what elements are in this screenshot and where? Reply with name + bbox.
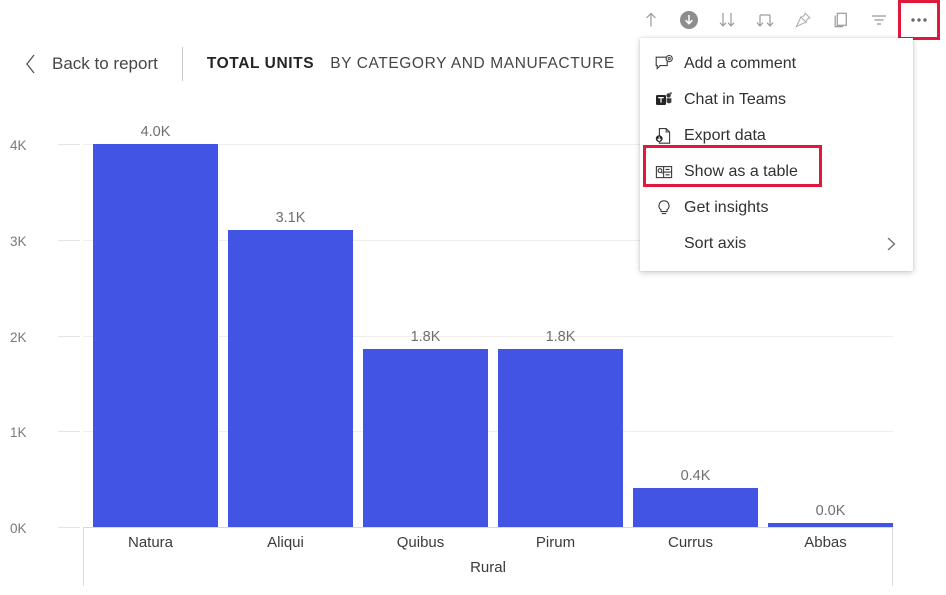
- bar-value-label: 1.8K: [498, 329, 623, 345]
- bar-pirum[interactable]: [498, 349, 623, 527]
- bar-aliqui[interactable]: [228, 230, 353, 527]
- export-data-icon: [654, 126, 684, 146]
- x-axis-label-natura: Natura: [83, 534, 218, 551]
- chevron-left-icon[interactable]: [24, 53, 38, 75]
- pin-icon[interactable]: [784, 3, 822, 37]
- menu-item-sort-axis[interactable]: Sort axis: [640, 226, 913, 262]
- y-axis-tick-label: 2K: [0, 330, 70, 345]
- x-axis-label-abbas: Abbas: [758, 534, 893, 551]
- menu-item-label: Sort axis: [684, 235, 746, 253]
- bar-value-label: 0.4K: [633, 468, 758, 484]
- more-options-menu: Add a comment Chat in Teams Export data …: [640, 38, 913, 271]
- bar-value-label: 3.1K: [228, 210, 353, 226]
- table-icon: [654, 162, 684, 182]
- copy-icon[interactable]: [822, 3, 860, 37]
- menu-item-add-a-comment[interactable]: Add a comment: [640, 46, 913, 82]
- y-axis-tick-mark: [58, 240, 80, 241]
- x-axis-label-pirum: Pirum: [488, 534, 623, 551]
- bar-value-label: 1.8K: [363, 329, 488, 345]
- x-axis-label-aliqui: Aliqui: [218, 534, 353, 551]
- x-axis-label-quibus: Quibus: [353, 534, 488, 551]
- y-axis-tick-label: 0K: [0, 521, 70, 536]
- back-to-report-link[interactable]: Back to report: [52, 54, 158, 74]
- menu-item-show-as-a-table[interactable]: Show as a table: [640, 154, 913, 190]
- y-axis-tick-mark: [58, 336, 80, 337]
- y-axis-tick-label: 1K: [0, 425, 70, 440]
- page-title-sub: BY CATEGORY AND MANUFACTURE: [330, 55, 615, 73]
- menu-item-export-data[interactable]: Export data: [640, 118, 913, 154]
- more-options-icon[interactable]: [898, 0, 940, 40]
- page-title: TOTAL UNITS BY CATEGORY AND MANUFACTURE: [207, 55, 615, 73]
- menu-item-chat-in-teams[interactable]: Chat in Teams: [640, 82, 913, 118]
- x-axis-label-currus: Currus: [623, 534, 758, 551]
- focus-mode-icon[interactable]: [632, 3, 670, 37]
- menu-item-label: Export data: [684, 127, 766, 145]
- menu-item-get-insights[interactable]: Get insights: [640, 190, 913, 226]
- bar-currus[interactable]: [633, 488, 758, 527]
- bar-value-label: 4.0K: [93, 124, 218, 140]
- menu-item-label: Add a comment: [684, 55, 796, 73]
- bar-value-label: 0.0K: [768, 503, 893, 519]
- menu-item-label: Chat in Teams: [684, 91, 786, 109]
- menu-item-label: Show as a table: [684, 163, 798, 181]
- header-divider: [182, 47, 183, 81]
- visual-toolbar: [0, 0, 946, 40]
- teams-icon: [654, 90, 684, 110]
- menu-item-label: Get insights: [684, 199, 768, 217]
- download-icon[interactable]: [670, 3, 708, 37]
- y-axis-tick-mark: [58, 144, 80, 145]
- x-axis-group-label: Rural: [83, 559, 893, 576]
- bar-natura[interactable]: [93, 144, 218, 527]
- y-axis-tick-label: 3K: [0, 234, 70, 249]
- sort-descending-icon[interactable]: [708, 3, 746, 37]
- y-axis-tick-mark: [58, 527, 80, 528]
- bar-quibus[interactable]: [363, 349, 488, 527]
- y-axis-tick-label: 4K: [0, 138, 70, 153]
- page-title-main: TOTAL UNITS: [207, 55, 314, 73]
- filter-icon[interactable]: [860, 3, 898, 37]
- chevron-right-icon: [885, 234, 897, 254]
- comment-icon: [654, 54, 684, 74]
- lightbulb-icon: [654, 198, 684, 218]
- sort-axis-icon[interactable]: [746, 3, 784, 37]
- y-axis-tick-mark: [58, 431, 80, 432]
